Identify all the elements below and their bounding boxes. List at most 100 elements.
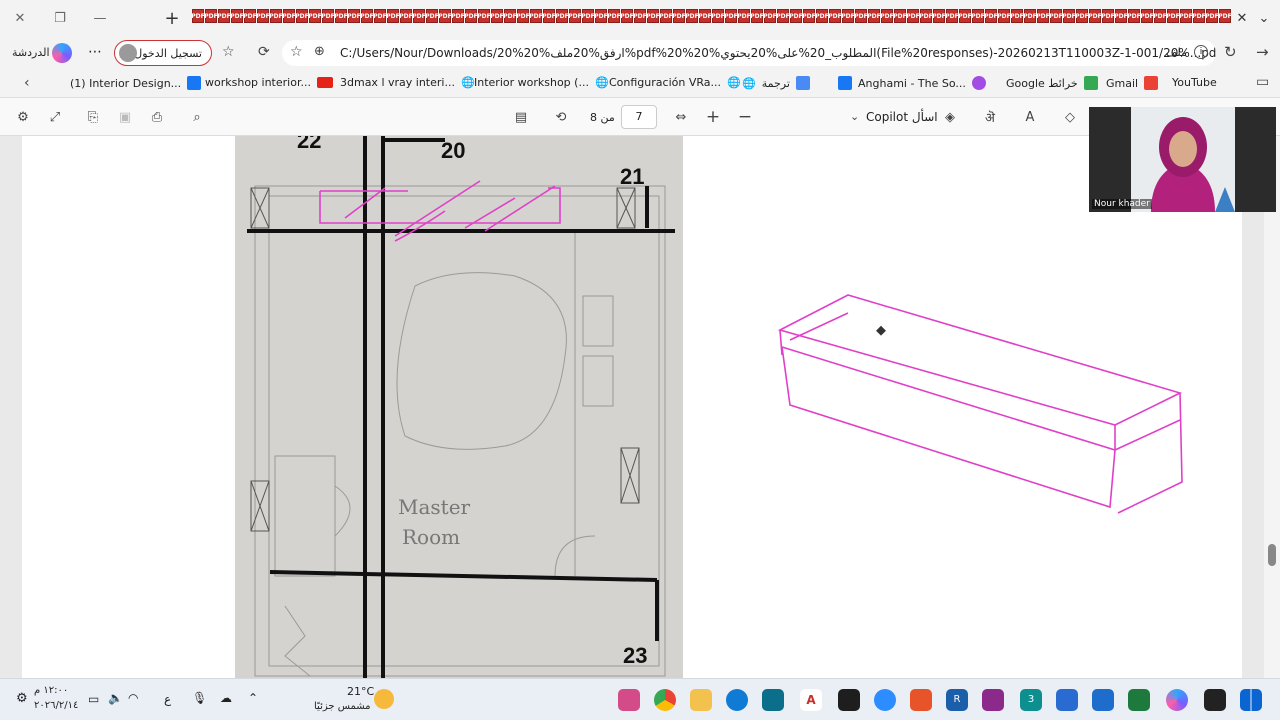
pdf-tab[interactable]: PDF — [1049, 9, 1063, 23]
zoom-in-button[interactable]: + — [704, 107, 722, 127]
search-icon[interactable]: ⌕ — [188, 108, 206, 126]
favorite-item[interactable]: Anghami - The So... — [838, 76, 986, 90]
volume-icon[interactable]: 🔈 — [108, 691, 123, 705]
pdf-tab[interactable]: PDF — [919, 9, 933, 23]
pdf-tab[interactable]: PDF — [204, 9, 218, 23]
sketchup-icon[interactable] — [762, 689, 784, 711]
favorite-item[interactable]: Configuración VRa... 🌐 — [609, 76, 741, 89]
windows-start-icon[interactable] — [1240, 689, 1262, 711]
pdf-tab[interactable]: PDF — [1010, 9, 1024, 23]
wifi-icon[interactable]: ◠ — [128, 691, 138, 705]
excel-icon[interactable] — [1128, 689, 1150, 711]
pdf-tab[interactable]: PDF — [373, 9, 387, 23]
favorite-item[interactable]: 3dmax l vray interi... 🌐 — [340, 76, 475, 89]
pdf-tab[interactable]: PDF — [945, 9, 959, 23]
pdf-tab[interactable]: PDF — [1127, 9, 1141, 23]
pdf-tab[interactable]: PDF — [399, 9, 413, 23]
restore-icon[interactable]: ❐ — [48, 6, 72, 30]
pdf-tab[interactable]: PDF — [958, 9, 972, 23]
pdf-tab[interactable]: PDF — [841, 9, 855, 23]
pdf-tab[interactable]: PDF — [750, 9, 764, 23]
scrollbar-thumb[interactable] — [1268, 544, 1276, 566]
extensions-icon[interactable]: ⟳ — [258, 44, 270, 60]
pdf-tab[interactable]: PDF — [620, 9, 634, 23]
onedrive-icon[interactable]: ☁ — [220, 691, 232, 705]
pdf-tab[interactable]: PDF — [1088, 9, 1102, 23]
url-field[interactable]: ☆ ⊕ C:/Users/Nour/Downloads/20%ارفق%20مل… — [282, 40, 1216, 66]
save-icon[interactable]: ▣ — [116, 108, 134, 126]
microphone-icon[interactable]: 🎙 — [192, 691, 207, 705]
pdf-tab[interactable]: PDF — [412, 9, 426, 23]
close-tab-icon[interactable]: ✕ — [1230, 6, 1254, 30]
pdf-tab[interactable]: PDF — [347, 9, 361, 23]
pdf-tab[interactable]: PDF — [932, 9, 946, 23]
pdf-tab[interactable]: PDF — [672, 9, 686, 23]
battery-icon[interactable]: ▭ — [88, 692, 99, 706]
pdf-tab[interactable]: PDF — [997, 9, 1011, 23]
new-tab-button[interactable]: + — [160, 6, 184, 30]
favorite-item[interactable]: workshop interior... — [205, 76, 333, 89]
pdf-tab[interactable]: PDF — [763, 9, 777, 23]
chat-label[interactable]: الدردشة — [12, 46, 50, 59]
more-icon[interactable]: ⋯ — [88, 44, 102, 60]
pdf-tab[interactable]: PDF — [192, 9, 205, 23]
sticky-notes-icon[interactable] — [838, 689, 860, 711]
read-aloud-icon[interactable]: A — [1021, 108, 1039, 126]
taskbar-app-icon[interactable] — [618, 689, 640, 711]
print-icon[interactable]: ⎙ — [148, 108, 166, 126]
tray-chevron-icon[interactable]: ⌃ — [248, 691, 258, 705]
pdf-tab[interactable]: PDF — [425, 9, 439, 23]
collections-icon[interactable]: ▭ — [1256, 74, 1269, 90]
pdf-tab[interactable]: PDF — [893, 9, 907, 23]
app-icon[interactable] — [1092, 689, 1114, 711]
pdf-tab[interactable]: PDF — [568, 9, 582, 23]
pdf-tab[interactable]: PDF — [282, 9, 296, 23]
3dsmax-icon[interactable]: 3 — [1020, 689, 1042, 711]
pdf-tab[interactable]: PDF — [542, 9, 556, 23]
pdf-tab[interactable]: PDF — [1023, 9, 1037, 23]
terminal-icon[interactable] — [1204, 689, 1226, 711]
pdf-tab[interactable]: PDF — [256, 9, 270, 23]
settings-icon[interactable]: ⚙ — [14, 108, 32, 126]
pdf-tab[interactable]: PDF — [243, 9, 257, 23]
zoom-icon[interactable]: ⊕ — [314, 44, 325, 59]
pdf-tab[interactable]: PDF — [334, 9, 348, 23]
pdf-tab[interactable]: PDF — [529, 9, 543, 23]
pdf-tab[interactable]: PDF — [1192, 9, 1206, 23]
pdf-tab[interactable]: PDF — [477, 9, 491, 23]
pdf-tab[interactable]: PDF — [230, 9, 244, 23]
pdf-tab[interactable]: PDF — [659, 9, 673, 23]
copilot-icon[interactable]: ◈ — [941, 108, 959, 126]
pdf-tab[interactable]: PDF — [711, 9, 725, 23]
pdf-tab[interactable]: PDF — [724, 9, 738, 23]
tab-strip[interactable]: PDF PDF PDF PDF PDF PDF PDF PDF PDF PDF PDF PDF PDF P… — [192, 9, 1232, 25]
pdf-tab[interactable]: PDF — [685, 9, 699, 23]
close-window-icon[interactable]: ✕ — [8, 6, 32, 30]
favorite-star-icon[interactable]: ☆ — [290, 44, 303, 60]
copilot-icon[interactable] — [52, 43, 72, 63]
favorite-item[interactable]: Google خرائط — [1006, 76, 1098, 90]
copilot-dropdown-chevron-icon[interactable]: ⌄ — [850, 110, 859, 123]
zoom-icon[interactable] — [874, 689, 896, 711]
pdf-tab[interactable]: PDF — [217, 9, 231, 23]
forward-icon[interactable]: → — [1256, 43, 1269, 61]
pdf-tab[interactable]: PDF — [295, 9, 309, 23]
pdf-tab[interactable]: PDF — [737, 9, 751, 23]
pdf-tab[interactable]: PDF — [451, 9, 465, 23]
pdf-tab[interactable]: PDF — [321, 9, 335, 23]
ask-copilot-button[interactable]: Copilot اسأل — [866, 110, 938, 124]
pdf-tab[interactable]: PDF — [646, 9, 660, 23]
pdf-tab[interactable]: PDF — [607, 9, 621, 23]
app-icon[interactable] — [982, 689, 1004, 711]
pdf-tab[interactable]: PDF — [308, 9, 322, 23]
pdf-tab[interactable]: PDF — [867, 9, 881, 23]
info-icon[interactable]: i — [1194, 45, 1208, 59]
pdf-tab[interactable]: PDF — [438, 9, 452, 23]
pdf-tab[interactable]: PDF — [1075, 9, 1089, 23]
pdf-tab[interactable]: PDF — [360, 9, 374, 23]
pdf-tab[interactable]: PDF — [1114, 9, 1128, 23]
pdf-tab[interactable]: PDF — [1153, 9, 1167, 23]
pdf-tab[interactable]: PDF — [386, 9, 400, 23]
chrome-icon[interactable] — [654, 689, 676, 711]
clock-date[interactable]: ٢٠٢٦/٢/١٤ — [34, 700, 78, 711]
